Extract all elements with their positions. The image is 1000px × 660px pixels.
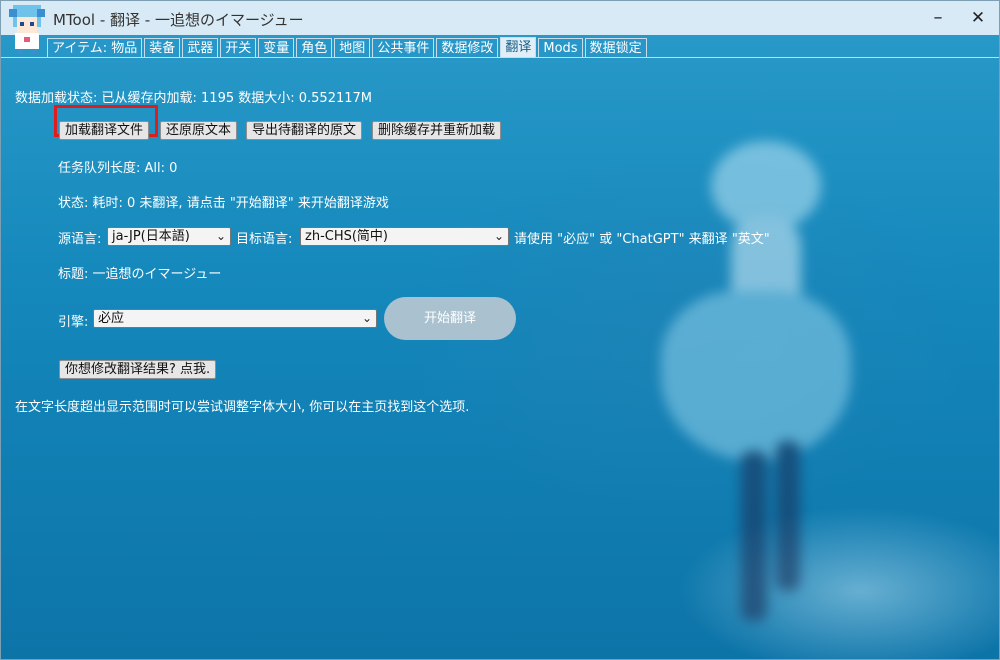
load-status-text: 数据加载状态: 已从缓存内加载: 1195 数据大小: 0.552117M [15, 91, 372, 106]
tab-bar: アイテム: 物品 装备 武器 开关 变量 角色 地图 公共事件 数据修改 翻译 … [47, 36, 647, 58]
tab-mods[interactable]: Mods [538, 38, 583, 58]
export-untranslated-button[interactable]: 导出待翻译的原文 [246, 121, 363, 140]
engine-value: 必应 [98, 311, 125, 326]
modify-translation-button[interactable]: 你想修改翻译结果? 点我. [59, 360, 217, 379]
tab-items[interactable]: アイテム: 物品 [47, 38, 143, 58]
language-hint-text: 请使用 "必应" 或 "ChatGPT" 来翻译 "英文" [514, 232, 770, 247]
title-bar: MTool - 翻译 - 一追想のイマージュー – ✕ [1, 1, 999, 54]
close-button[interactable]: ✕ [963, 5, 993, 31]
tab-armor[interactable]: 装备 [144, 38, 181, 58]
minimize-button[interactable]: – [923, 5, 953, 31]
chevron-down-icon: ⌄ [361, 311, 372, 325]
tab-variables[interactable]: 变量 [258, 38, 295, 58]
target-language-value: zh-CHS(简中) [305, 229, 389, 244]
tab-switches[interactable]: 开关 [220, 38, 257, 58]
engine-label: 引擎: [58, 315, 89, 330]
status-text: 状态: 耗时: 0 未翻译, 请点击 "开始翻译" 来开始翻译游戏 [58, 196, 389, 211]
app-window: MTool - 翻译 - 一追想のイマージュー – ✕ アイテム: 物品 装备 … [0, 0, 1000, 660]
tab-maps[interactable]: 地图 [334, 38, 371, 58]
game-title-text: 标题: 一追想のイマージュー [58, 267, 222, 282]
tab-data-lock[interactable]: 数据锁定 [584, 38, 647, 58]
queue-length-text: 任务队列长度: All: 0 [58, 161, 178, 176]
source-language-value: ja-JP(日本語) [112, 229, 190, 244]
start-translation-button[interactable]: 开始翻译 [384, 297, 516, 340]
tab-common-events[interactable]: 公共事件 [372, 38, 435, 58]
source-language-label: 源语言: [58, 232, 102, 247]
engine-select[interactable]: 必应 ⌄ [93, 309, 377, 328]
app-logo-icon [9, 5, 45, 54]
restore-original-button[interactable]: 还原原文本 [160, 121, 238, 140]
tab-weapons[interactable]: 武器 [182, 38, 219, 58]
load-translation-file-button[interactable]: 加载翻译文件 [59, 121, 150, 140]
tab-actors[interactable]: 角色 [296, 38, 333, 58]
chevron-down-icon: ⌄ [493, 229, 504, 243]
target-language-label: 目标语言: [236, 232, 293, 247]
chevron-down-icon: ⌄ [215, 229, 226, 243]
window-title: MTool - 翻译 - 一追想のイマージュー [53, 11, 304, 29]
translate-panel: 数据加载状态: 已从缓存内加载: 1195 数据大小: 0.552117M 加载… [1, 58, 999, 658]
delete-cache-reload-button[interactable]: 删除缓存并重新加载 [372, 121, 502, 140]
target-language-select[interactable]: zh-CHS(简中) ⌄ [300, 227, 509, 246]
source-language-select[interactable]: ja-JP(日本語) ⌄ [107, 227, 231, 246]
tab-translate[interactable]: 翻译 [500, 37, 537, 58]
font-size-tip-text: 在文字长度超出显示范围时可以尝试调整字体大小, 你可以在主页找到这个选项. [15, 400, 470, 415]
tab-data-modify[interactable]: 数据修改 [436, 38, 499, 58]
